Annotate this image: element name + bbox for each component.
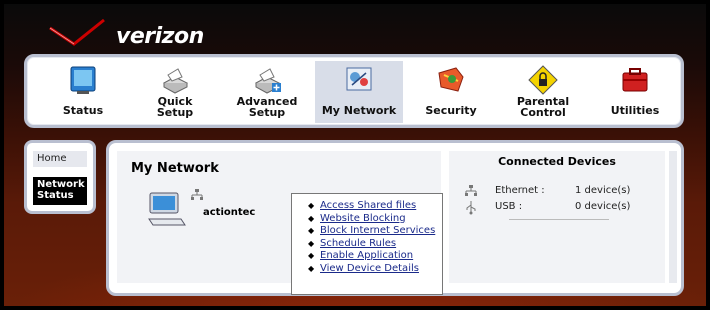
bullet-icon: ◆	[308, 263, 315, 273]
nav-security[interactable]: Security	[407, 61, 495, 123]
sidebar-network-status-line2: Status	[37, 190, 74, 201]
link-access-shared-files[interactable]: Access Shared files	[320, 200, 416, 211]
connected-devices-panel: Connected Devices Ethernet : 1 device(s)…	[449, 151, 665, 283]
device-actions-list: ◆ Access Shared files ◆ Website Blocking ◆…	[308, 200, 440, 276]
nav-my-network[interactable]: My Network	[315, 61, 403, 123]
list-item: ◆ View Device Details	[308, 263, 440, 276]
nav-parental-control-label: Parental Control	[499, 96, 587, 118]
bullet-icon: ◆	[308, 201, 315, 210]
nav-utilities-label: Utilities	[610, 104, 660, 117]
nav-advanced-line2: Setup	[248, 106, 286, 119]
link-schedule-rules[interactable]: Schedule Rules	[320, 238, 396, 249]
ethernet-icon	[465, 185, 477, 196]
nav-quick-line2: Setup	[156, 106, 194, 119]
nav-advanced-setup-label: Advanced Setup	[223, 96, 311, 118]
link-enable-application[interactable]: Enable Application	[320, 250, 413, 261]
parental-control-icon	[528, 65, 558, 95]
router-admin-page: verizon Status Quick Setup Advanced Setu…	[4, 4, 706, 306]
list-item: ◆ Access Shared files	[308, 200, 440, 213]
device-name[interactable]: actiontec	[203, 207, 255, 218]
nav-security-label: Security	[425, 104, 477, 117]
sidebar: Home Network Status	[24, 140, 96, 214]
ethernet-count: 1 device(s)	[575, 185, 631, 196]
nav-utilities[interactable]: Utilities	[591, 61, 679, 123]
nav-advanced-setup[interactable]: Advanced Setup	[223, 61, 311, 123]
nav-parental-control[interactable]: Parental Control	[499, 61, 587, 123]
bullet-icon: ◆	[308, 251, 315, 260]
connected-row-usb: USB : 0 device(s)	[465, 201, 665, 215]
nav-quick-setup[interactable]: Quick Setup	[131, 61, 219, 123]
link-website-blocking[interactable]: Website Blocking	[320, 213, 406, 224]
device-actions-box: ◆ Access Shared files ◆ Website Blocking ◆…	[291, 193, 443, 295]
bullet-icon: ◆	[308, 226, 315, 235]
nav-status-label: Status	[62, 104, 104, 117]
panel-edge	[669, 151, 677, 283]
list-item: ◆ Enable Application	[308, 250, 440, 263]
verizon-logo[interactable]: verizon	[44, 10, 234, 58]
link-view-device-details[interactable]: View Device Details	[320, 263, 419, 274]
utilities-icon	[622, 68, 648, 92]
usb-icon	[466, 201, 476, 215]
sidebar-item-network-status[interactable]: Network Status	[33, 177, 87, 205]
page-title: My Network	[131, 161, 219, 176]
connected-row-ethernet: Ethernet : 1 device(s)	[465, 185, 665, 199]
ethernet-label: Ethernet :	[495, 185, 545, 196]
quick-setup-icon	[163, 68, 189, 94]
nav-my-network-label: My Network	[321, 104, 397, 117]
status-icon	[70, 66, 96, 94]
advanced-setup-icon	[255, 68, 281, 94]
bullet-icon: ◆	[308, 238, 315, 248]
nav-parental-line2: Control	[520, 106, 566, 119]
connected-devices-title: Connected Devices	[498, 155, 616, 168]
list-item: ◆ Block Internet Services	[308, 225, 440, 238]
my-network-panel: My Network actiontec ◆ Access Shared file…	[117, 151, 443, 295]
my-network-icon	[346, 67, 372, 91]
main-nav: Status Quick Setup Advanced Setup My Net…	[24, 54, 684, 128]
bullet-icon: ◆	[308, 213, 315, 223]
usb-label: USB :	[495, 201, 523, 212]
network-icon	[191, 189, 203, 200]
brand-name: verizon	[116, 24, 204, 49]
usb-count: 0 device(s)	[575, 201, 631, 212]
sidebar-item-home[interactable]: Home	[33, 151, 87, 167]
list-item: ◆ Website Blocking	[308, 213, 440, 226]
list-item: ◆ Schedule Rules	[308, 238, 440, 251]
nav-status[interactable]: Status	[39, 61, 127, 123]
nav-quick-setup-label: Quick Setup	[131, 96, 219, 118]
divider	[509, 219, 609, 220]
computer-icon[interactable]	[147, 191, 187, 227]
link-block-internet-services[interactable]: Block Internet Services	[320, 225, 435, 236]
sidebar-network-status-line1: Network	[37, 179, 85, 190]
main-content: My Network actiontec ◆ Access Shared file…	[106, 140, 684, 296]
security-icon	[438, 67, 464, 92]
